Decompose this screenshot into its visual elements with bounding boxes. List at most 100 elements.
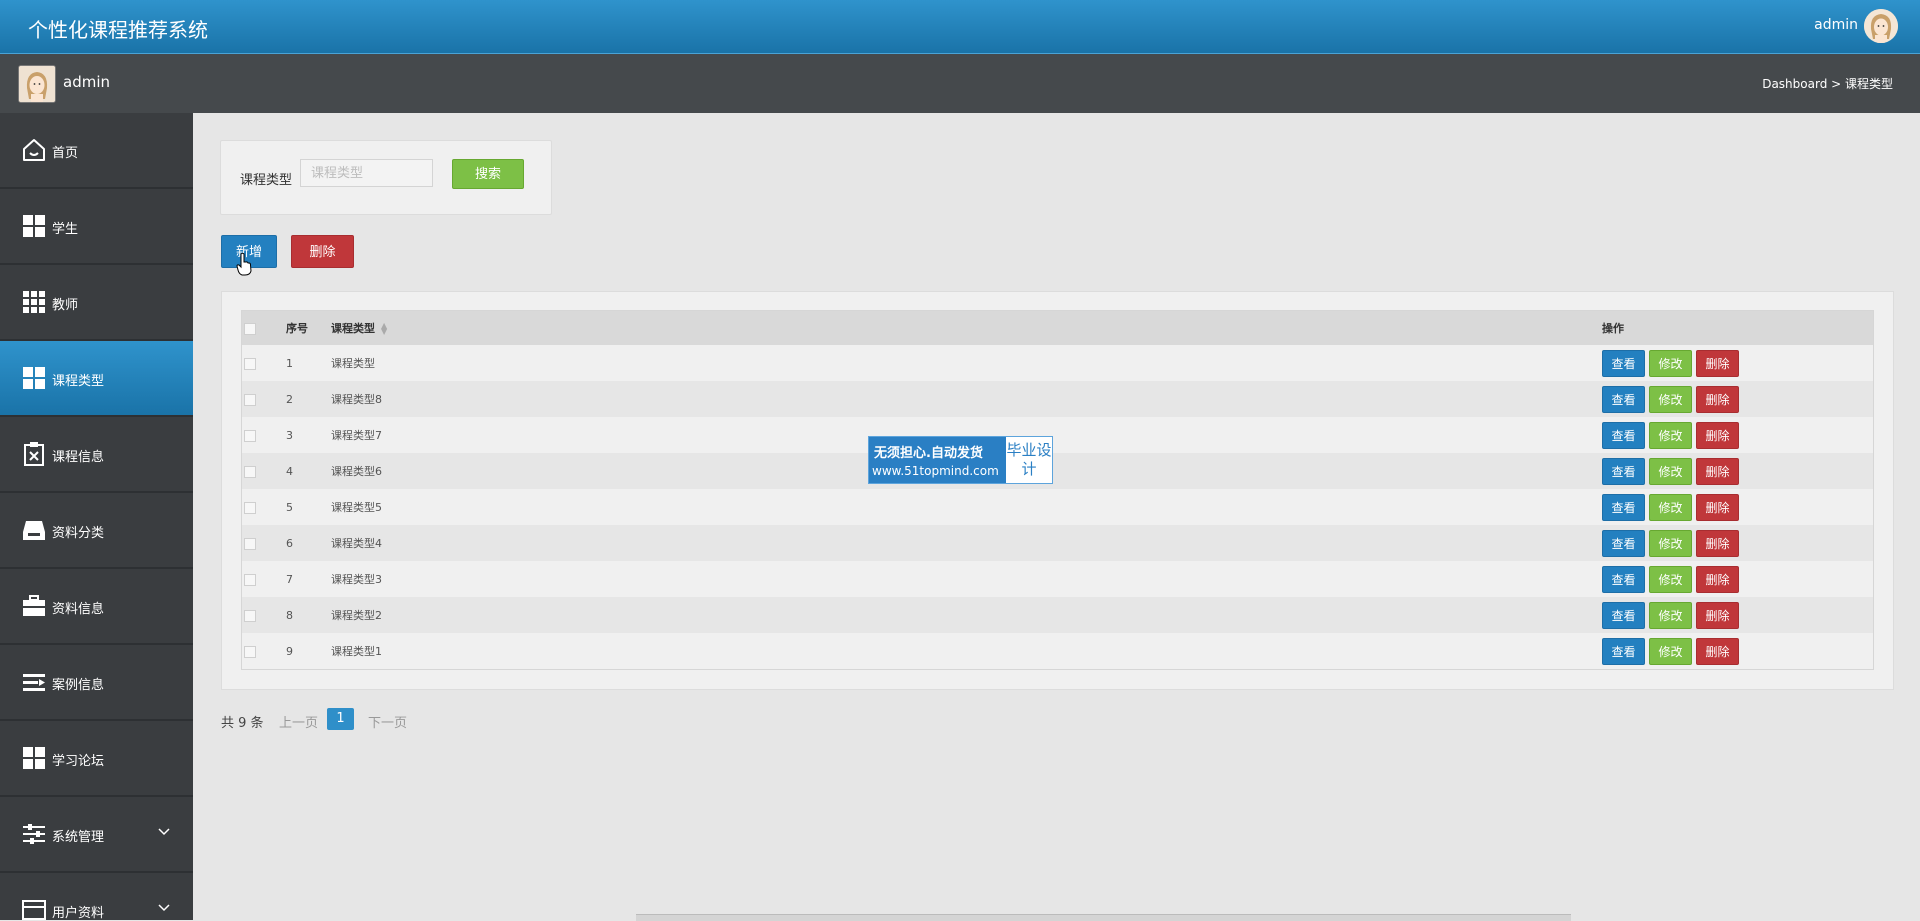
edit-button[interactable]: 修改 bbox=[1649, 601, 1692, 629]
column-header-actions: 操作 bbox=[1602, 310, 1874, 345]
sidebar-username: admin bbox=[63, 73, 110, 91]
table-header-row: 序号 课程类型 ▲ ▼ 操作 bbox=[241, 310, 1874, 345]
view-button[interactable]: 查看 bbox=[1602, 601, 1645, 629]
delete-button[interactable]: 删除 bbox=[1696, 637, 1739, 665]
course-type-table: 序号 课程类型 ▲ ▼ 操作 1 课程类型 查看 修改 删除 2 课程类型8 查看 修改 删除 3 课程类… bbox=[241, 310, 1874, 670]
cell-type: 课程类型2 bbox=[331, 597, 1602, 633]
table-row: 5 课程类型5 查看 修改 删除 bbox=[241, 489, 1874, 525]
user-avatar[interactable] bbox=[18, 65, 56, 103]
cell-no: 7 bbox=[286, 561, 331, 597]
table-row: 8 课程类型2 查看 修改 删除 bbox=[241, 597, 1874, 633]
search-button[interactable]: 搜索 bbox=[452, 159, 524, 189]
delete-button[interactable]: 删除 bbox=[1696, 421, 1739, 449]
table-panel: 序号 课程类型 ▲ ▼ 操作 1 课程类型 查看 修改 删除 2 课程类型8 查看 修改 删除 3 课程类… bbox=[221, 291, 1894, 690]
pagination-prev[interactable]: 上一页 bbox=[279, 712, 318, 731]
sidebar-item-label: 学习论坛 bbox=[52, 754, 105, 769]
view-button[interactable]: 查看 bbox=[1602, 385, 1645, 413]
sidebar-item-material-category[interactable]: 资料分类 bbox=[0, 493, 193, 569]
select-all-checkbox[interactable] bbox=[244, 322, 256, 335]
table-row: 2 课程类型8 查看 修改 删除 bbox=[241, 381, 1874, 417]
breadcrumb: Dashboard > 课程类型 bbox=[1762, 77, 1893, 91]
row-checkbox[interactable] bbox=[244, 573, 256, 586]
cell-no: 4 bbox=[286, 453, 331, 489]
row-checkbox[interactable] bbox=[244, 357, 256, 370]
edit-button[interactable]: 修改 bbox=[1649, 637, 1692, 665]
sidebar-item-forum[interactable]: 学习论坛 bbox=[0, 721, 193, 797]
sidebar-item-label: 学生 bbox=[52, 222, 79, 237]
row-checkbox[interactable] bbox=[244, 645, 256, 658]
edit-button[interactable]: 修改 bbox=[1649, 349, 1692, 377]
home-icon bbox=[23, 139, 45, 161]
search-panel: 课程类型 搜索 bbox=[220, 140, 552, 215]
batch-delete-button[interactable]: 删除 bbox=[291, 235, 354, 268]
table-row: 7 课程类型3 查看 修改 删除 bbox=[241, 561, 1874, 597]
cell-no: 8 bbox=[286, 597, 331, 633]
delete-button[interactable]: 删除 bbox=[1696, 457, 1739, 485]
app-title: 个性化课程推荐系统 bbox=[28, 18, 208, 42]
edit-button[interactable]: 修改 bbox=[1649, 529, 1692, 557]
edit-button[interactable]: 修改 bbox=[1649, 565, 1692, 593]
chevron-down-icon bbox=[158, 904, 170, 912]
edit-button[interactable]: 修改 bbox=[1649, 421, 1692, 449]
edit-button[interactable]: 修改 bbox=[1649, 457, 1692, 485]
row-checkbox[interactable] bbox=[244, 465, 256, 478]
view-button[interactable]: 查看 bbox=[1602, 493, 1645, 521]
sidebar-item-course-info[interactable]: 课程信息 bbox=[0, 417, 193, 493]
avatar-icon bbox=[1864, 9, 1898, 43]
view-button[interactable]: 查看 bbox=[1602, 457, 1645, 485]
sort-icon[interactable]: ▲ ▼ bbox=[381, 322, 387, 336]
watermark-side: 毕业设计 bbox=[1006, 437, 1052, 483]
grid-icon bbox=[23, 747, 45, 769]
delete-button[interactable]: 删除 bbox=[1696, 565, 1739, 593]
view-button[interactable]: 查看 bbox=[1602, 565, 1645, 593]
sidebar-item-user-profile[interactable]: 用户资料 bbox=[0, 873, 193, 920]
watermark-banner: 无须担心.自动发货 www.51topmind.com 毕业设计 bbox=[868, 436, 1053, 484]
sidebar-item-label: 课程类型 bbox=[52, 374, 105, 389]
edit-button[interactable]: 修改 bbox=[1649, 385, 1692, 413]
delete-button[interactable]: 删除 bbox=[1696, 529, 1739, 557]
search-label: 课程类型 bbox=[240, 173, 293, 188]
watermark-url: www.51topmind.com bbox=[872, 464, 999, 478]
column-header-type[interactable]: 课程类型 ▲ ▼ bbox=[331, 310, 1602, 345]
view-button[interactable]: 查看 bbox=[1602, 349, 1645, 377]
sidebar-item-system[interactable]: 系统管理 bbox=[0, 797, 193, 873]
delete-button[interactable]: 删除 bbox=[1696, 349, 1739, 377]
table-row: 3 课程类型7 查看 修改 删除 bbox=[241, 417, 1874, 453]
sidebar-item-case-info[interactable]: 案例信息 bbox=[0, 645, 193, 721]
delete-button[interactable]: 删除 bbox=[1696, 493, 1739, 521]
row-checkbox[interactable] bbox=[244, 393, 256, 406]
edit-button[interactable]: 修改 bbox=[1649, 493, 1692, 521]
sidebar-item-label: 资料分类 bbox=[52, 526, 105, 541]
watermark-text: 无须担心.自动发货 bbox=[874, 446, 983, 461]
column-header-no: 序号 bbox=[286, 310, 331, 345]
view-button[interactable]: 查看 bbox=[1602, 529, 1645, 557]
column-header-type-label: 课程类型 bbox=[331, 322, 375, 335]
pagination-current-page[interactable]: 1 bbox=[327, 708, 354, 730]
pagination-next[interactable]: 下一页 bbox=[368, 712, 407, 731]
row-checkbox[interactable] bbox=[244, 537, 256, 550]
header-avatar[interactable] bbox=[1864, 9, 1898, 43]
sidebar-item-course-type[interactable]: 课程类型 bbox=[0, 341, 193, 417]
row-checkbox[interactable] bbox=[244, 429, 256, 442]
list-icon bbox=[23, 674, 45, 691]
sidebar-item-label: 用户资料 bbox=[52, 906, 105, 920]
cell-no: 2 bbox=[286, 381, 331, 417]
search-input[interactable] bbox=[300, 159, 433, 187]
sidebar-item-teacher[interactable]: 教师 bbox=[0, 265, 193, 341]
view-button[interactable]: 查看 bbox=[1602, 637, 1645, 665]
cell-type: 课程类型3 bbox=[331, 561, 1602, 597]
table-row: 6 课程类型4 查看 修改 删除 bbox=[241, 525, 1874, 561]
table-row: 4 课程类型6 查看 修改 删除 bbox=[241, 453, 1874, 489]
sidebar: 首页 学生 教师 课程类型 课程信息 资料分类 资料信息 案例信息 学习论坛 系… bbox=[0, 113, 193, 920]
delete-button[interactable]: 删除 bbox=[1696, 601, 1739, 629]
grid-icon bbox=[23, 367, 45, 389]
view-button[interactable]: 查看 bbox=[1602, 421, 1645, 449]
sidebar-item-home[interactable]: 首页 bbox=[0, 113, 193, 189]
sidebar-item-student[interactable]: 学生 bbox=[0, 189, 193, 265]
sidebar-item-material-info[interactable]: 资料信息 bbox=[0, 569, 193, 645]
delete-button[interactable]: 删除 bbox=[1696, 385, 1739, 413]
header-username[interactable]: admin bbox=[1814, 17, 1858, 33]
cell-type: 课程类型1 bbox=[331, 633, 1602, 670]
row-checkbox[interactable] bbox=[244, 501, 256, 514]
row-checkbox[interactable] bbox=[244, 609, 256, 622]
